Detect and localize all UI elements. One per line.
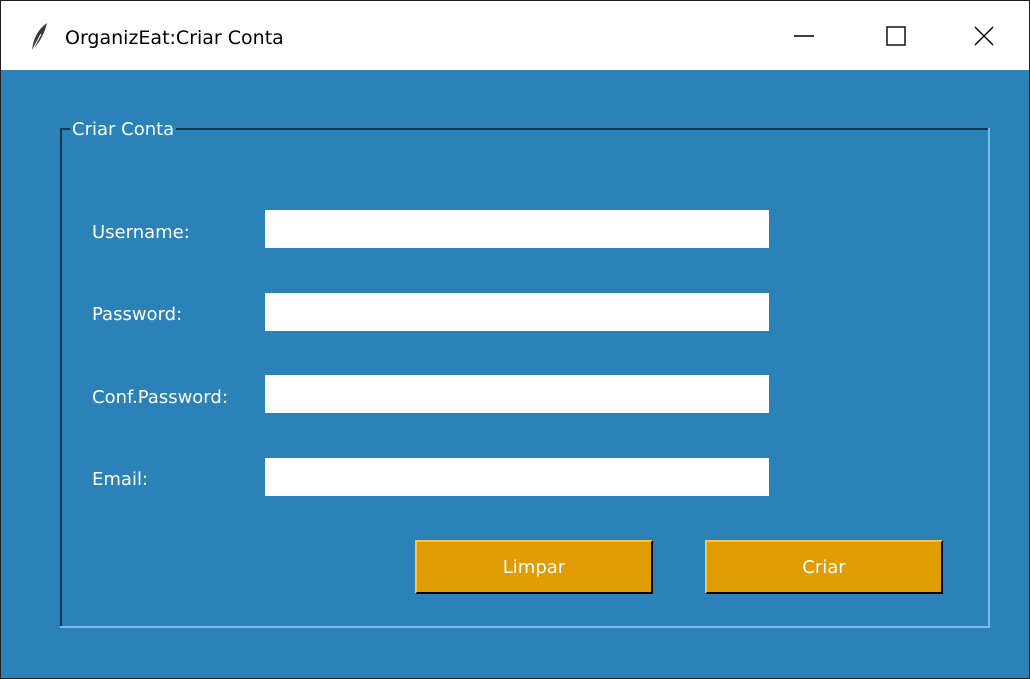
frame-border — [60, 626, 990, 628]
confirm-password-label: Conf.Password: — [92, 387, 228, 408]
form-area: Criar Conta Username: Password: Conf.Pas… — [1, 70, 1029, 678]
window-title: OrganizEat:Criar Conta — [65, 27, 284, 49]
frame-border — [988, 128, 990, 628]
app-window: OrganizEat:Criar Conta Criar Conta Usern… — [0, 0, 1030, 679]
frame-border — [60, 128, 990, 130]
frame-label: Criar Conta — [70, 119, 177, 141]
feather-icon — [28, 22, 50, 52]
create-button[interactable]: Criar — [705, 540, 943, 594]
title-bar[interactable]: OrganizEat:Criar Conta — [1, 1, 1029, 70]
close-icon — [974, 26, 994, 46]
close-button[interactable] — [939, 1, 1029, 70]
username-label: Username: — [92, 222, 190, 243]
email-label: Email: — [92, 469, 149, 490]
minimize-icon — [794, 35, 814, 37]
username-input[interactable] — [265, 210, 769, 248]
maximize-button[interactable] — [851, 1, 941, 70]
maximize-icon — [886, 26, 906, 46]
minimize-button[interactable] — [759, 1, 849, 70]
clear-button[interactable]: Limpar — [415, 540, 653, 594]
frame-border — [60, 128, 62, 628]
password-input[interactable] — [265, 293, 769, 331]
password-label: Password: — [92, 304, 183, 325]
confirm-password-input[interactable] — [265, 375, 769, 413]
email-input[interactable] — [265, 458, 769, 496]
